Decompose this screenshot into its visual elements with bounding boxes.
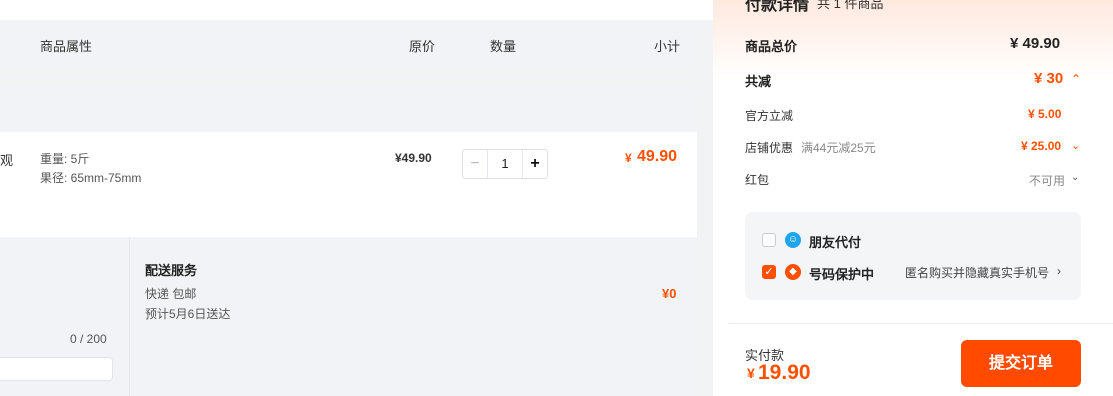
chevron-right-icon[interactable]: › [1057,264,1061,278]
delivery-eta: 预计5月6日送达 [145,307,231,321]
friend-pay-label[interactable]: 朋友代付 [809,232,861,251]
header-attribute: 商品属性 [40,39,93,54]
official-discount-value: ¥ 5.00 [1028,107,1062,121]
chevron-down-icon[interactable]: ⌄ [1071,172,1079,183]
store-discount-desc: 满44元减25元 [801,141,876,155]
chevron-up-icon[interactable]: ⌃ [1071,72,1081,86]
submit-order-button[interactable]: 提交订单 [961,340,1081,387]
table-header: 商品属性 原价 数量 小计 [0,20,697,68]
chevron-down-icon[interactable]: ⌄ [1071,139,1080,152]
header-subtotal: 小计 [654,39,681,54]
actual-pay-value: 19.90 [758,361,811,384]
total-label: 商品总价 [745,39,798,54]
delivery-method: 快递 包邮 [145,287,197,301]
payment-summary-panel: 付款详情 共 1 件商品 商品总价 ¥ 49.90 共减 ¥ 30 ⌃ 官方立减… [713,0,1113,396]
delivery-fee: ¥0 [662,286,677,301]
summary-item-count: 共 1 件商品 [817,0,884,11]
note-counter: 0 / 200 [70,332,107,346]
redpacket-label: 红包 [745,173,770,187]
total-value: ¥ 49.90 [1010,35,1061,52]
item-subtotal: 49.90 [637,148,678,165]
quantity-stepper[interactable]: − 1 + [462,149,548,179]
header-original-price: 原价 [409,39,436,54]
redpacket-value: 不可用 [1029,174,1066,188]
number-protect-label[interactable]: 号码保护中 [809,264,874,283]
header-quantity: 数量 [490,39,517,54]
number-protect-checkbox[interactable]: ✓ [762,265,776,279]
official-discount-label: 官方立减 [745,109,794,123]
item-diameter: 果径: 65mm-75mm [40,171,142,185]
actual-pay-currency: ¥ [747,365,755,381]
quantity-value[interactable]: 1 [487,150,523,178]
store-header [0,84,697,132]
item-original-price: ¥49.90 [395,151,432,165]
item-weight: 重量: 5斤 [40,152,90,166]
store-discount-label: 店铺优惠 [745,141,794,155]
divider [729,323,1113,324]
discount-label: 共减 [745,74,772,89]
friend-pay-icon: ☺ [785,232,801,248]
number-protect-desc[interactable]: 匿名购买并隐藏真实手机号 [905,264,1049,281]
subtotal-currency: ¥ [625,151,632,165]
note-input[interactable] [0,357,113,381]
item-name: 观 [0,153,14,168]
decrease-button[interactable]: − [463,150,488,178]
increase-button[interactable]: + [522,150,547,178]
shield-icon: ◆ [785,264,801,280]
vertical-divider [129,237,130,396]
payment-options-box: ☺ 朋友代付 ✓ ◆ 号码保护中 匿名购买并隐藏真实手机号 › [745,212,1081,300]
order-card: 观 重量: 5斤 果径: 65mm-75mm ¥49.90 ¥ 49.90 0 … [0,84,697,396]
top-strip [0,0,713,20]
delivery-title: 配送服务 [145,263,198,278]
summary-title: 付款详情 [745,0,810,14]
store-discount-value: ¥ 25.00 [1021,139,1062,153]
friend-pay-checkbox[interactable] [762,233,776,247]
discount-value: ¥ 30 [1034,70,1064,87]
